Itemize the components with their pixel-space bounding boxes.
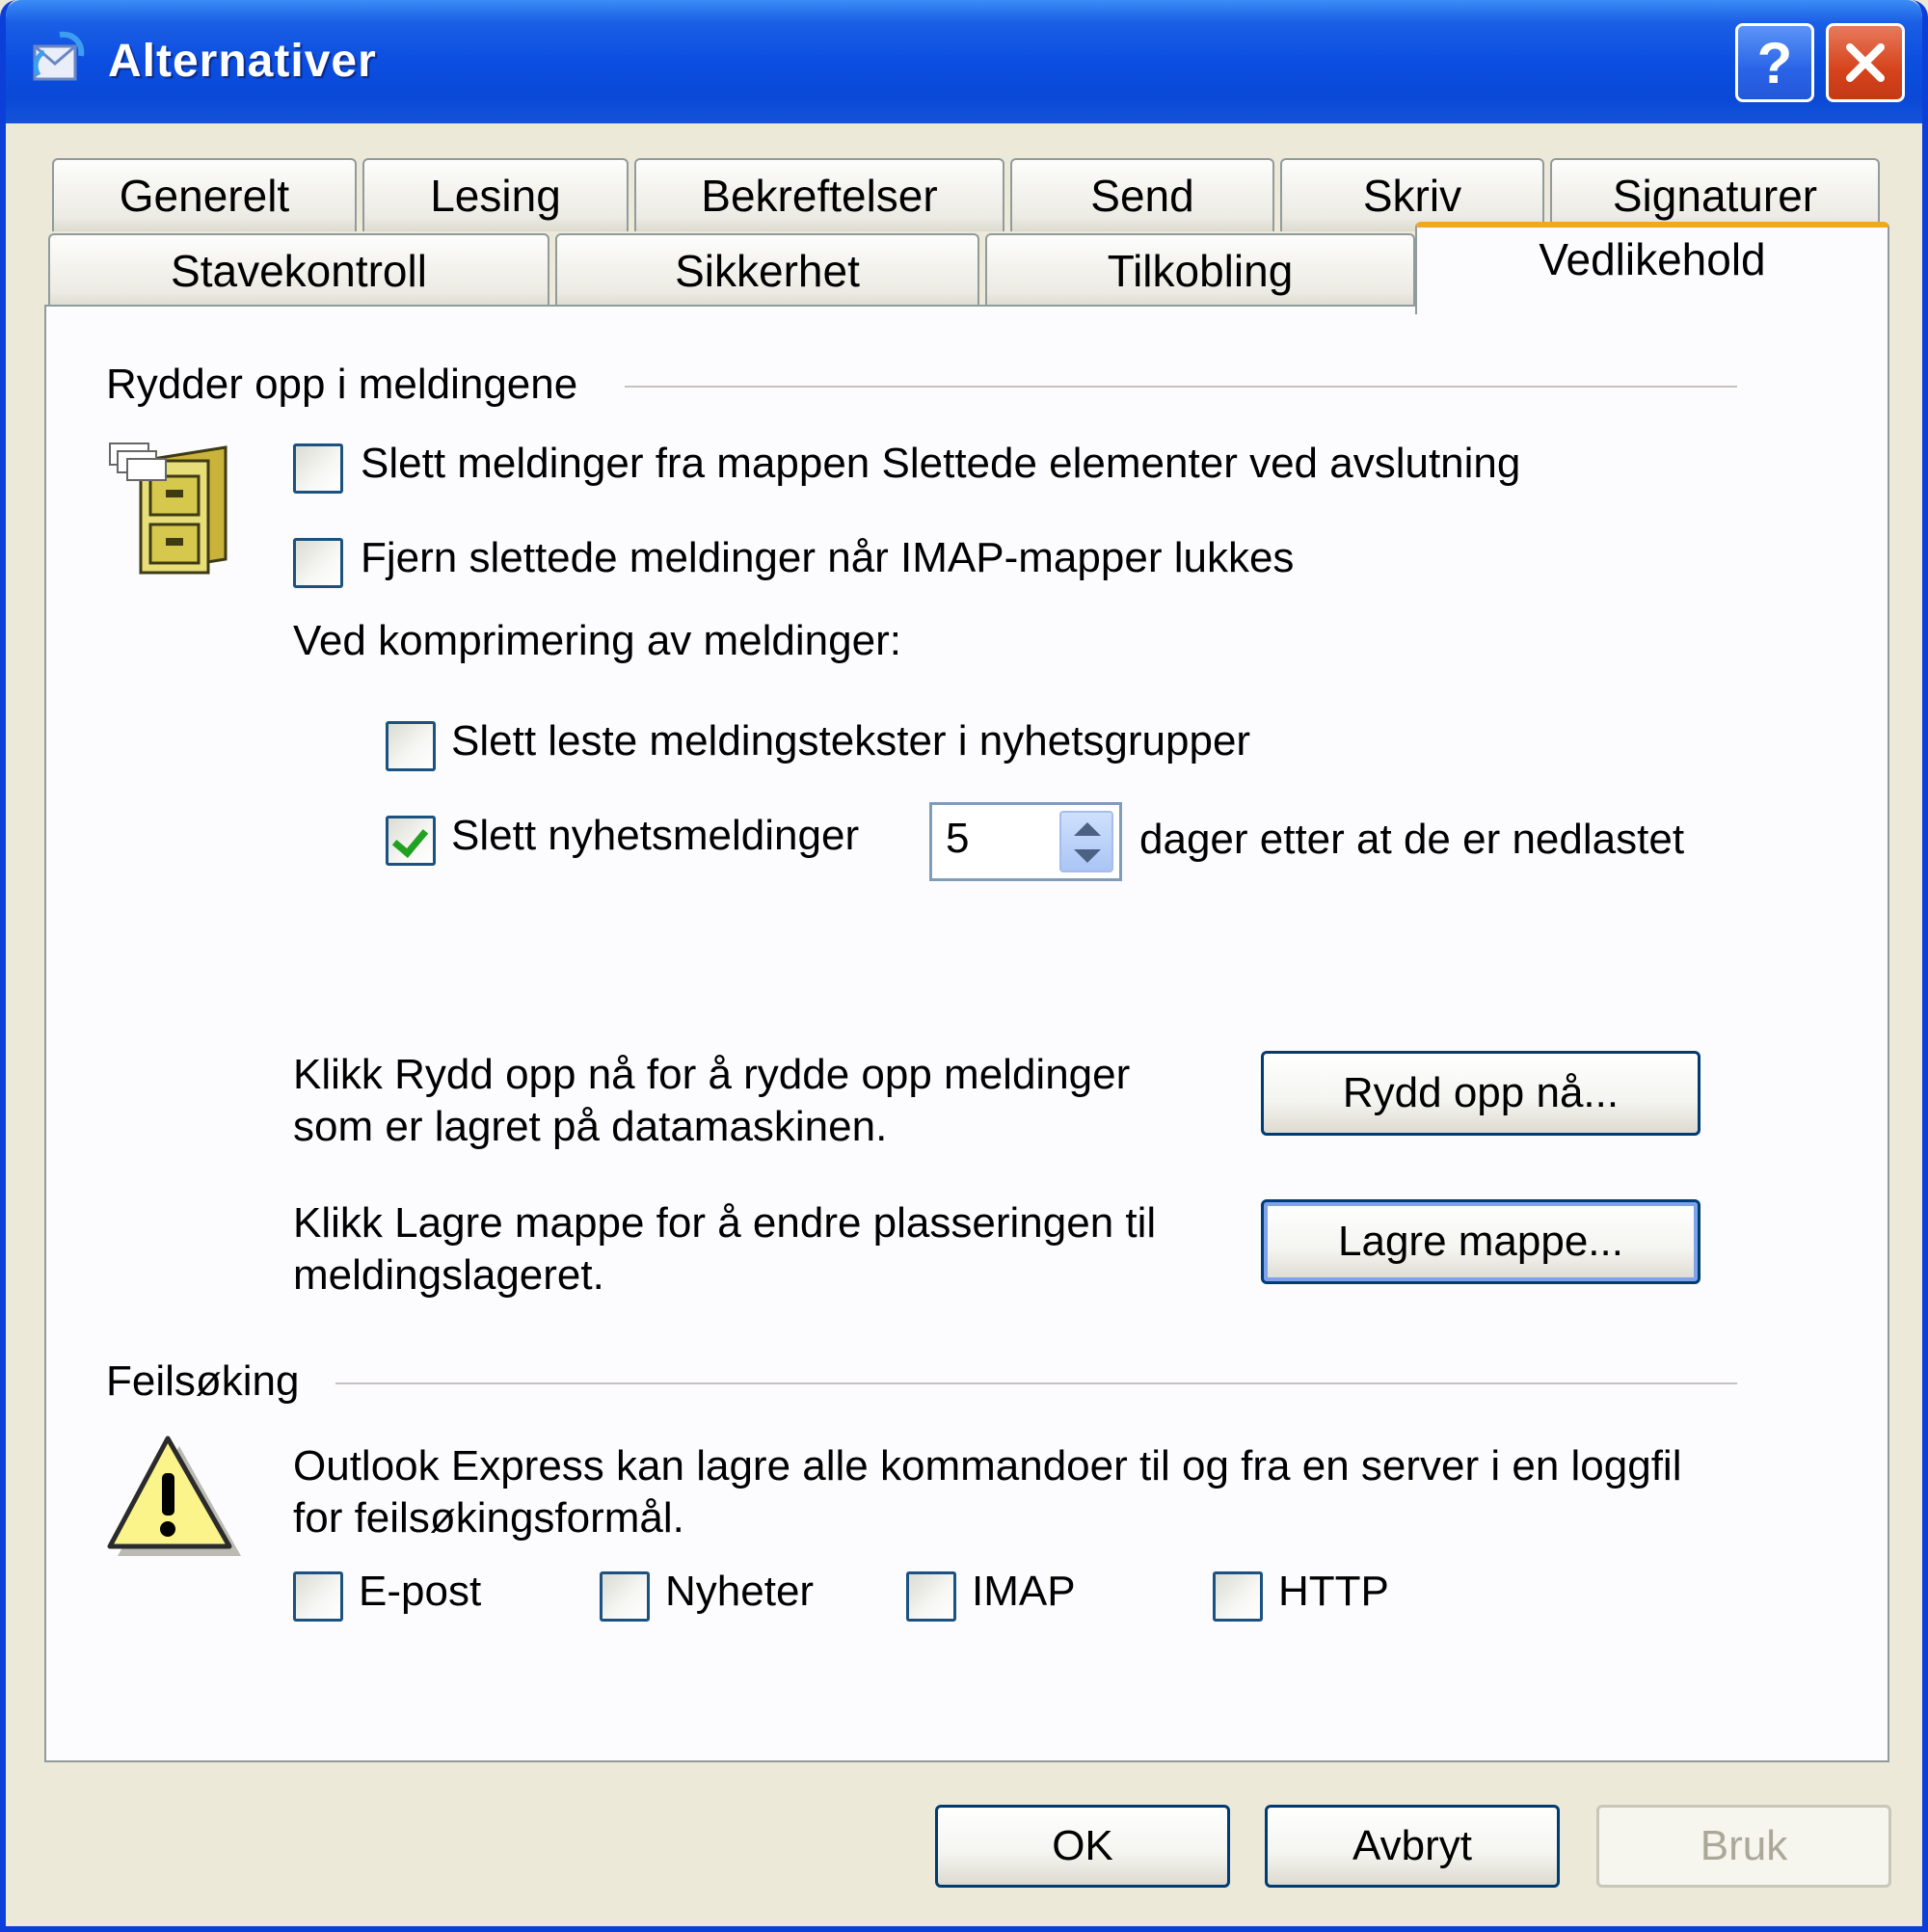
tab-send[interactable]: Send: [1010, 158, 1274, 231]
maintenance-panel: Rydder opp i meldingene Slett meldinger …: [44, 305, 1889, 1762]
empty-deleted-label[interactable]: Slett meldinger fra mappen Slettede elem…: [361, 440, 1520, 488]
log-imap-checkbox[interactable]: [906, 1571, 956, 1622]
filing-cabinet-icon: [106, 442, 231, 577]
purge-imap-label[interactable]: Fjern slettede meldinger når IMAP-mapper…: [361, 534, 1294, 582]
tab-skriv[interactable]: Skriv: [1280, 158, 1544, 231]
group-divider: [625, 386, 1737, 388]
log-http-checkbox[interactable]: [1213, 1571, 1263, 1622]
days-value[interactable]: 5: [946, 815, 969, 863]
group-divider: [335, 1382, 1737, 1384]
title-bar[interactable]: Alternativer ?: [6, 0, 1922, 123]
days-suffix-label: dager etter at de er nedlastet: [1139, 816, 1685, 863]
help-button[interactable]: ?: [1735, 23, 1814, 102]
tab-vedlikehold[interactable]: Vedlikehold: [1415, 222, 1889, 314]
arrow-down-icon[interactable]: [1074, 849, 1101, 863]
delete-news-label[interactable]: Slett nyhetsmeldinger: [451, 812, 859, 860]
spinner-arrows[interactable]: [1059, 811, 1113, 872]
delete-read-bodies-label[interactable]: Slett leste meldingstekster i nyhetsgrup…: [451, 717, 1250, 765]
log-mail-label[interactable]: E-post: [359, 1568, 481, 1616]
outlook-express-icon: [29, 31, 87, 89]
apply-button[interactable]: Bruk: [1596, 1805, 1891, 1888]
clean-up-now-button[interactable]: Rydd opp nå...: [1261, 1051, 1700, 1136]
clean-up-text-line2: som er lagret på datamaskinen.: [293, 1103, 888, 1150]
tab-lesing[interactable]: Lesing: [362, 158, 629, 231]
troubleshooting-group-label: Feilsøking: [106, 1357, 319, 1406]
empty-deleted-checkbox[interactable]: [293, 443, 343, 494]
question-icon: ?: [1756, 30, 1793, 95]
log-mail-checkbox[interactable]: [293, 1571, 343, 1622]
tab-sikkerhet[interactable]: Sikkerhet: [555, 233, 979, 307]
purge-imap-checkbox[interactable]: [293, 538, 343, 588]
troubleshooting-description: Outlook Express kan lagre alle kommandoe…: [293, 1440, 1681, 1544]
log-imap-label[interactable]: IMAP: [972, 1568, 1076, 1616]
log-http-label[interactable]: HTTP: [1278, 1568, 1389, 1616]
compact-label: Ved komprimering av meldinger:: [293, 617, 901, 664]
ok-button[interactable]: OK: [935, 1805, 1230, 1888]
tab-stavekontroll[interactable]: Stavekontroll: [48, 233, 549, 307]
troubleshooting-text-line2: for feilsøkingsformål.: [293, 1494, 684, 1542]
close-icon: [1846, 43, 1885, 82]
window-title: Alternativer: [108, 36, 377, 87]
cancel-button[interactable]: Avbryt: [1265, 1805, 1560, 1888]
troubleshooting-text-line1: Outlook Express kan lagre alle kommandoe…: [293, 1442, 1682, 1489]
cleanup-group-label: Rydder opp i meldingene: [106, 361, 598, 409]
log-news-label[interactable]: Nyheter: [665, 1568, 814, 1616]
store-folder-description: Klikk Lagre mappe for å endre plassering…: [293, 1197, 1156, 1301]
tab-strip: Generelt Lesing Bekreftelser Send Skriv …: [6, 123, 1922, 316]
clean-up-text-line1: Klikk Rydd opp nå for å rydde opp meldin…: [293, 1051, 1131, 1098]
tab-generelt[interactable]: Generelt: [52, 158, 357, 231]
store-folder-button[interactable]: Lagre mappe...: [1261, 1199, 1700, 1284]
store-text-line2: meldingslageret.: [293, 1251, 604, 1299]
tab-signaturer[interactable]: Signaturer: [1550, 158, 1880, 231]
tab-tilkobling[interactable]: Tilkobling: [985, 233, 1415, 307]
clean-up-description: Klikk Rydd opp nå for å rydde opp meldin…: [293, 1049, 1130, 1153]
close-button[interactable]: [1826, 23, 1905, 102]
options-dialog: Alternativer ? Generelt Lesing Bekreftel…: [0, 0, 1928, 1932]
log-news-checkbox[interactable]: [600, 1571, 650, 1622]
delete-read-bodies-checkbox[interactable]: [386, 721, 436, 771]
days-spinner[interactable]: 5: [929, 802, 1122, 881]
tab-bekreftelser[interactable]: Bekreftelser: [634, 158, 1004, 231]
delete-news-checkbox[interactable]: [386, 816, 436, 866]
store-text-line1: Klikk Lagre mappe for å endre plassering…: [293, 1199, 1157, 1247]
warning-icon: [106, 1433, 241, 1562]
arrow-up-icon[interactable]: [1074, 822, 1101, 836]
